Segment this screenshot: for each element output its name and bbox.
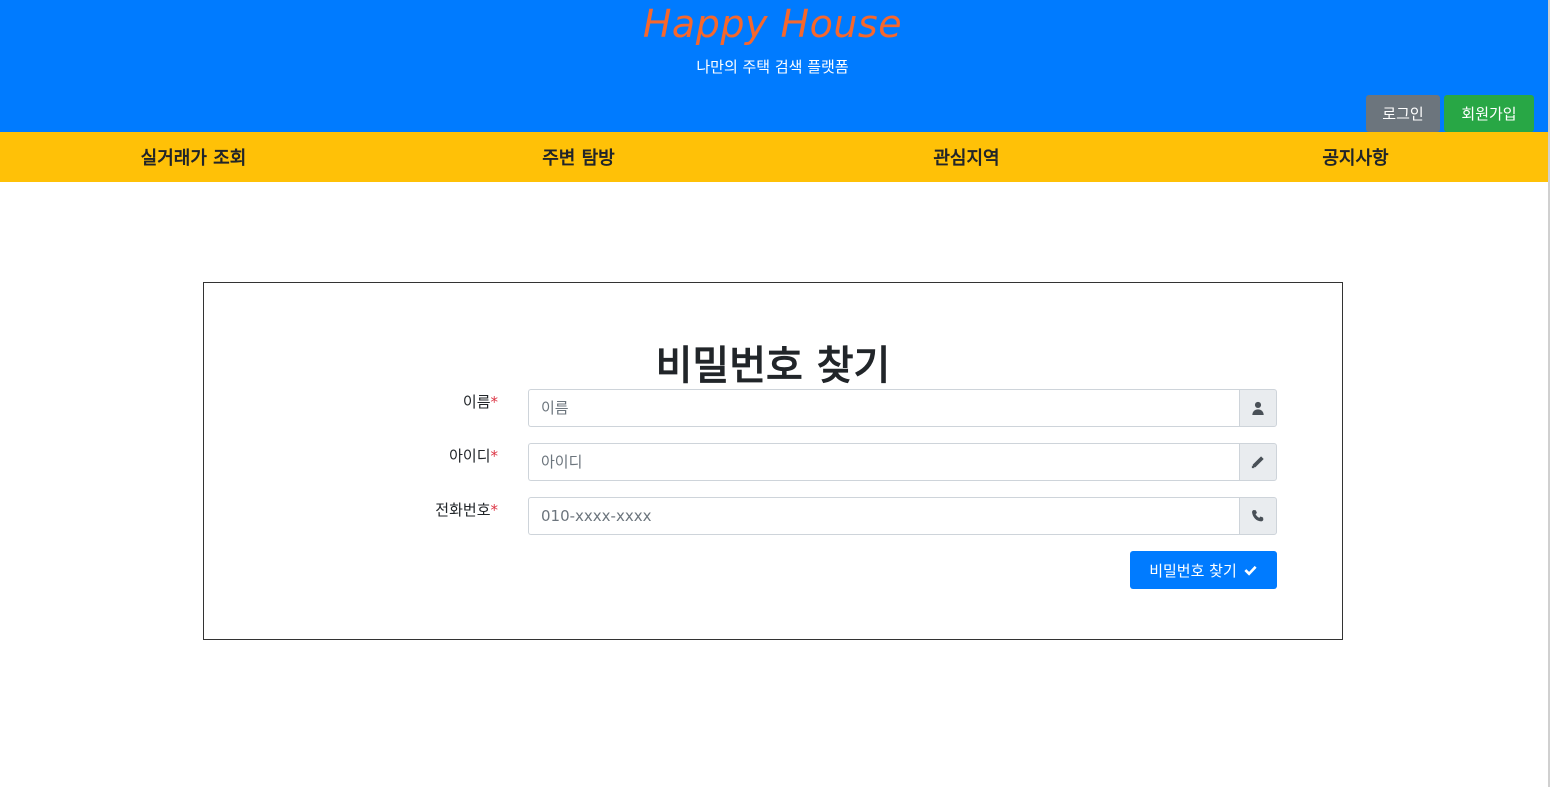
id-input[interactable] (528, 443, 1239, 481)
nav-item-neighborhood[interactable]: 주변 탐방 (385, 132, 772, 182)
check-icon (1244, 565, 1257, 576)
name-label-text: 이름 (462, 393, 491, 411)
login-button[interactable]: 로그인 (1366, 95, 1440, 132)
phone-addon (1239, 497, 1277, 535)
user-icon (1252, 401, 1264, 415)
brand-title[interactable]: Happy House (0, 2, 1545, 46)
signup-button[interactable]: 회원가입 (1444, 95, 1534, 132)
phone-label: 전화번호* (204, 499, 498, 520)
find-password-card: 비밀번호 찾기 이름* 아이디* 전화번호* 비밀번호 찾기 (203, 282, 1343, 640)
brand-tagline: 나만의 주택 검색 플랫폼 (696, 58, 849, 76)
name-label: 이름* (204, 391, 498, 412)
required-mark: * (490, 501, 499, 519)
id-label-text: 아이디 (449, 447, 491, 465)
name-input[interactable] (528, 389, 1239, 427)
phone-label-text: 전화번호 (435, 501, 491, 519)
required-mark: * (490, 393, 499, 411)
main-nav: 실거래가 조회 주변 탐방 관심지역 공지사항 (0, 132, 1550, 182)
page-title: 비밀번호 찾기 (655, 343, 891, 389)
find-password-submit-button[interactable]: 비밀번호 찾기 (1130, 551, 1277, 589)
id-addon (1239, 443, 1277, 481)
name-input-group (528, 389, 1277, 427)
id-input-group (528, 443, 1277, 481)
nav-item-real-price[interactable]: 실거래가 조회 (0, 132, 387, 182)
nav-item-interest-area[interactable]: 관심지역 (773, 132, 1160, 182)
phone-input[interactable] (528, 497, 1239, 535)
submit-label: 비밀번호 찾기 (1149, 561, 1237, 580)
nav-item-notice[interactable]: 공지사항 (1162, 132, 1549, 182)
required-mark: * (490, 447, 499, 465)
name-addon (1239, 389, 1277, 427)
pencil-icon (1251, 456, 1264, 469)
phone-input-group (528, 497, 1277, 535)
site-header: Happy House 나만의 주택 검색 플랫폼 로그인 회원가입 (0, 0, 1550, 132)
id-label: 아이디* (204, 445, 498, 466)
phone-icon (1252, 510, 1264, 522)
